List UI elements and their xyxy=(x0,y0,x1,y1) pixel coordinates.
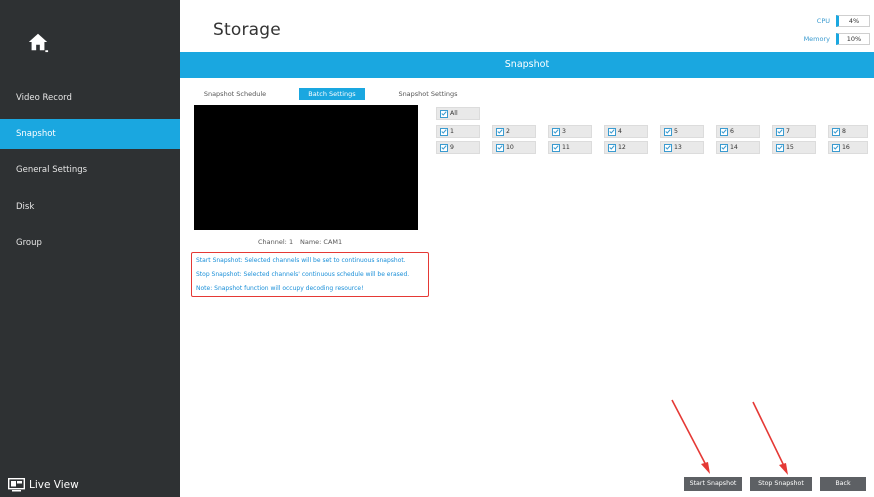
sidebar-item-group[interactable]: Group xyxy=(0,228,180,258)
checkbox-channel[interactable]: 9 xyxy=(436,141,480,154)
checkbox-channel[interactable]: 10 xyxy=(492,141,536,154)
monitor-icon xyxy=(8,478,25,492)
checkbox-channel[interactable]: 15 xyxy=(772,141,816,154)
video-preview xyxy=(194,105,418,230)
checkbox-label: 7 xyxy=(786,128,790,135)
checkbox-channel[interactable]: 5 xyxy=(660,125,704,138)
tab-batch-settings[interactable]: Batch Settings xyxy=(299,88,365,100)
cpu-label: CPU xyxy=(816,17,830,25)
sidebar-item-label: Disk xyxy=(16,202,35,212)
sidebar-item-video-record[interactable]: Video Record xyxy=(0,83,180,113)
start-snapshot-button[interactable]: Start Snapshot xyxy=(684,477,742,491)
arrow-start-snapshot xyxy=(671,399,710,474)
checkbox-channel[interactable]: 12 xyxy=(604,141,648,154)
live-view-label: Live View xyxy=(29,479,79,491)
checkbox-label: 3 xyxy=(562,128,566,135)
checkbox-channel[interactable]: 16 xyxy=(828,141,868,154)
back-button[interactable]: Back xyxy=(820,477,866,491)
checkmark-icon xyxy=(720,143,728,152)
checkmark-icon xyxy=(832,143,840,152)
checkmark-icon xyxy=(440,143,448,152)
checkmark-icon xyxy=(496,143,504,152)
checkbox-label: 13 xyxy=(674,144,682,151)
checkmark-icon xyxy=(440,109,448,118)
note-stop-snapshot: Stop Snapshot: Selected channels' contin… xyxy=(196,271,410,278)
checkbox-channel[interactable]: 4 xyxy=(604,125,648,138)
checkmark-icon xyxy=(776,127,784,136)
checkbox-label: 15 xyxy=(786,144,794,151)
checkmark-icon xyxy=(608,143,616,152)
checkbox-label: 9 xyxy=(450,144,454,151)
cpu-value: 4% xyxy=(836,15,870,27)
checkbox-label: 8 xyxy=(842,128,846,135)
sidebar-item-label: Video Record xyxy=(16,93,72,103)
checkmark-icon xyxy=(496,127,504,136)
checkbox-channel[interactable]: 3 xyxy=(548,125,592,138)
checkbox-label: All xyxy=(450,110,458,117)
checkbox-channel[interactable]: 6 xyxy=(716,125,760,138)
checkbox-channel[interactable]: 11 xyxy=(548,141,592,154)
checkbox-label: 10 xyxy=(506,144,514,151)
tab-snapshot-settings[interactable]: Snapshot Settings xyxy=(390,88,466,100)
checkbox-label: 16 xyxy=(842,144,850,151)
section-header: Snapshot xyxy=(180,52,874,78)
checkmark-icon xyxy=(776,143,784,152)
checkmark-icon xyxy=(664,143,672,152)
checkbox-channel[interactable]: 13 xyxy=(660,141,704,154)
sidebar-item-snapshot[interactable]: Snapshot xyxy=(0,119,180,149)
checkmark-icon xyxy=(552,127,560,136)
checkbox-label: 2 xyxy=(506,128,510,135)
checkbox-label: 11 xyxy=(562,144,570,151)
channel-name: Name: CAM1 xyxy=(300,238,343,246)
arrow-stop-snapshot xyxy=(752,401,788,475)
checkbox-channel[interactable]: 2 xyxy=(492,125,536,138)
sidebar: Video Record Snapshot General Settings D… xyxy=(0,0,180,497)
checkbox-all[interactable]: All xyxy=(436,107,480,120)
checkbox-label: 14 xyxy=(730,144,738,151)
note-decoding-resource: Note: Snapshot function will occupy deco… xyxy=(196,285,364,292)
checkbox-label: 12 xyxy=(618,144,626,151)
live-view-button[interactable]: Live View xyxy=(8,475,79,495)
memory-value: 10% xyxy=(836,33,870,45)
checkmark-icon xyxy=(664,127,672,136)
checkbox-label: 1 xyxy=(450,128,454,135)
stop-snapshot-button[interactable]: Stop Snapshot xyxy=(750,477,812,491)
checkbox-label: 5 xyxy=(674,128,678,135)
memory-label: Memory xyxy=(803,35,830,43)
sidebar-item-label: General Settings xyxy=(16,165,88,175)
note-start-snapshot: Start Snapshot: Selected channels will b… xyxy=(196,257,406,264)
checkbox-label: 4 xyxy=(618,128,622,135)
checkmark-icon xyxy=(608,127,616,136)
checkbox-channel[interactable]: 8 xyxy=(828,125,868,138)
checkbox-label: 6 xyxy=(730,128,734,135)
tab-snapshot-schedule[interactable]: Snapshot Schedule xyxy=(196,88,274,100)
checkbox-channel[interactable]: 14 xyxy=(716,141,760,154)
checkmark-icon xyxy=(440,127,448,136)
checkmark-icon xyxy=(832,127,840,136)
sidebar-item-label: Group xyxy=(16,238,42,248)
checkmark-icon xyxy=(720,127,728,136)
home-icon[interactable] xyxy=(27,30,49,54)
section-title: Snapshot xyxy=(504,59,550,70)
sidebar-item-label: Snapshot xyxy=(16,129,56,139)
checkmark-icon xyxy=(552,143,560,152)
channel-label: Channel: 1 xyxy=(258,238,294,246)
sidebar-item-disk[interactable]: Disk xyxy=(0,192,180,222)
checkbox-channel[interactable]: 1 xyxy=(436,125,480,138)
checkbox-channel[interactable]: 7 xyxy=(772,125,816,138)
sidebar-item-general-settings[interactable]: General Settings xyxy=(0,155,180,185)
page-title: Storage xyxy=(213,20,281,40)
